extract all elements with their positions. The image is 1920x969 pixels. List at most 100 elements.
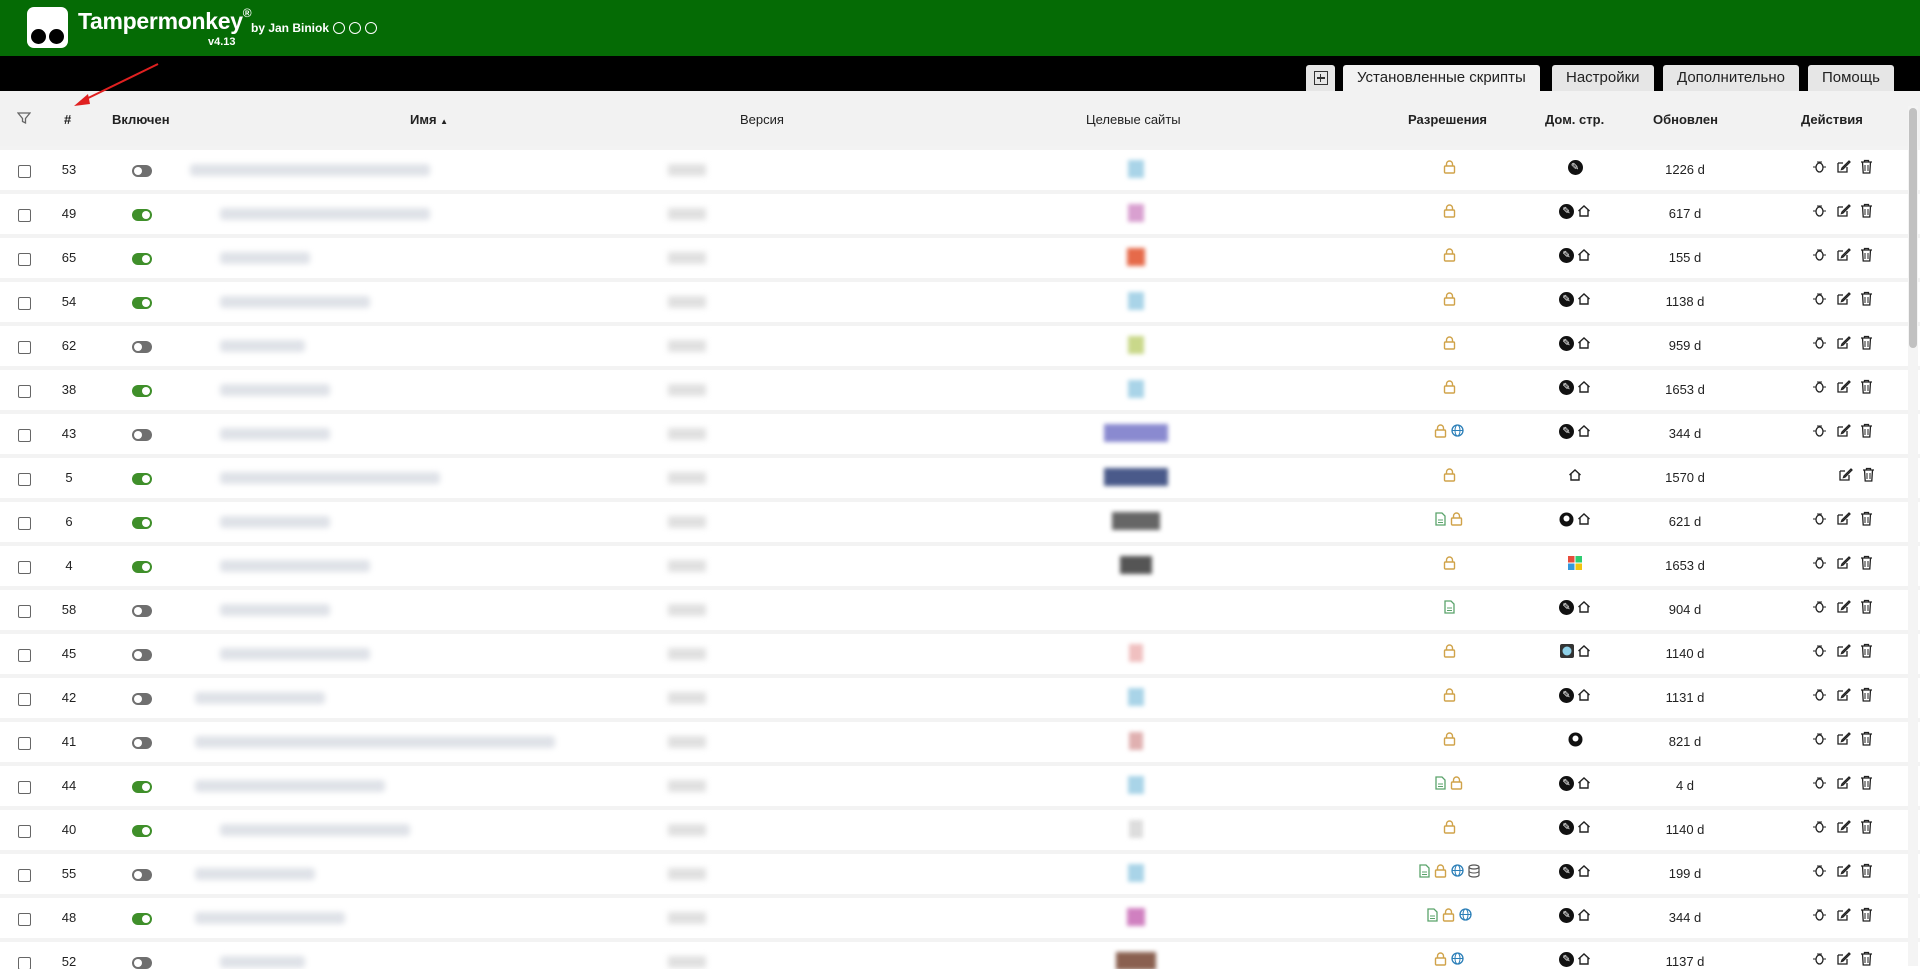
circle-site-icon[interactable] <box>1559 644 1574 661</box>
vertical-scrollbar[interactable] <box>1908 106 1918 966</box>
wrench-icon[interactable]: ✎ <box>1559 204 1574 219</box>
enable-toggle[interactable] <box>132 253 152 265</box>
last-updated[interactable]: 4 d <box>1640 778 1730 793</box>
edit-icon[interactable] <box>1836 159 1851 178</box>
column-sites[interactable]: Целевые сайты <box>1086 112 1181 127</box>
edit-icon[interactable] <box>1836 731 1851 750</box>
wrench-icon[interactable]: ✎ <box>1559 952 1574 967</box>
document-icon[interactable] <box>1435 512 1446 529</box>
delete-icon[interactable] <box>1860 819 1873 838</box>
script-name-redacted[interactable] <box>220 472 440 484</box>
edit-icon[interactable] <box>1838 467 1853 486</box>
delete-icon[interactable] <box>1860 643 1873 662</box>
column-name[interactable]: Имя ▲ <box>410 112 448 127</box>
debug-icon[interactable] <box>1812 731 1827 750</box>
delete-icon[interactable] <box>1860 687 1873 706</box>
home-icon[interactable] <box>1577 336 1591 353</box>
edit-icon[interactable] <box>1836 423 1851 442</box>
edit-icon[interactable] <box>1836 819 1851 838</box>
debug-icon[interactable] <box>1812 819 1827 838</box>
wrench-icon[interactable]: ✎ <box>1559 908 1574 923</box>
enable-toggle[interactable] <box>132 693 152 705</box>
script-name-redacted[interactable] <box>220 956 305 968</box>
delete-icon[interactable] <box>1860 511 1873 530</box>
last-updated[interactable]: 1570 d <box>1640 470 1730 485</box>
row-checkbox[interactable] <box>18 165 31 178</box>
column-num[interactable]: # <box>64 112 71 127</box>
edit-icon[interactable] <box>1836 951 1851 969</box>
last-updated[interactable]: 344 d <box>1640 910 1730 925</box>
debug-icon[interactable] <box>1812 907 1827 926</box>
home-icon[interactable] <box>1577 952 1591 969</box>
lock-icon[interactable] <box>1434 424 1447 441</box>
database-icon[interactable] <box>1467 864 1480 881</box>
delete-icon[interactable] <box>1860 379 1873 398</box>
lock-icon[interactable] <box>1443 732 1456 749</box>
debug-icon[interactable] <box>1812 511 1827 530</box>
debug-icon[interactable] <box>1812 379 1827 398</box>
lock-icon[interactable] <box>1443 556 1456 573</box>
last-updated[interactable]: 821 d <box>1640 734 1730 749</box>
lock-icon[interactable] <box>1443 336 1456 353</box>
debug-icon[interactable] <box>1812 643 1827 662</box>
document-icon[interactable] <box>1435 776 1446 793</box>
script-name-redacted[interactable] <box>220 516 330 528</box>
edit-icon[interactable] <box>1836 687 1851 706</box>
debug-icon[interactable] <box>1812 863 1827 882</box>
enable-toggle[interactable] <box>132 561 152 573</box>
tab-settings[interactable]: Настройки <box>1552 65 1654 91</box>
lock-icon[interactable] <box>1443 248 1456 265</box>
home-icon[interactable] <box>1577 512 1591 530</box>
lock-icon[interactable] <box>1443 820 1456 837</box>
home-icon[interactable] <box>1577 908 1591 925</box>
home-icon[interactable] <box>1577 644 1591 661</box>
delete-icon[interactable] <box>1860 951 1873 969</box>
row-checkbox[interactable] <box>18 605 31 618</box>
script-name-redacted[interactable] <box>195 868 315 880</box>
home-icon[interactable] <box>1577 292 1591 309</box>
lock-icon[interactable] <box>1443 292 1456 309</box>
delete-icon[interactable] <box>1860 555 1873 574</box>
script-name-redacted[interactable] <box>220 208 430 220</box>
last-updated[interactable]: 344 d <box>1640 426 1730 441</box>
scrollbar-thumb[interactable] <box>1909 108 1917 348</box>
script-name-redacted[interactable] <box>220 252 310 264</box>
enable-toggle[interactable] <box>132 825 152 837</box>
home-icon[interactable] <box>1568 468 1582 485</box>
delete-icon[interactable] <box>1860 599 1873 618</box>
home-icon[interactable] <box>1577 688 1591 705</box>
script-name-redacted[interactable] <box>195 780 385 792</box>
last-updated[interactable]: 1653 d <box>1640 382 1730 397</box>
debug-icon[interactable] <box>1812 159 1827 178</box>
row-checkbox[interactable] <box>18 957 31 969</box>
globe-icon[interactable] <box>1451 952 1464 969</box>
row-checkbox[interactable] <box>18 781 31 794</box>
github-icon[interactable] <box>333 22 346 34</box>
edit-icon[interactable] <box>1836 203 1851 222</box>
lock-icon[interactable] <box>1450 776 1463 793</box>
debug-icon[interactable] <box>1812 555 1827 574</box>
script-name-redacted[interactable] <box>220 428 330 440</box>
row-checkbox[interactable] <box>18 737 31 750</box>
document-icon[interactable] <box>1426 908 1438 925</box>
home-icon[interactable] <box>1577 864 1591 881</box>
debug-icon[interactable] <box>1812 599 1827 618</box>
row-checkbox[interactable] <box>18 253 31 266</box>
wrench-icon[interactable]: ✎ <box>1559 864 1574 879</box>
column-updated[interactable]: Обновлен <box>1653 112 1718 127</box>
script-name-redacted[interactable] <box>220 604 330 616</box>
edit-icon[interactable] <box>1836 335 1851 354</box>
row-checkbox[interactable] <box>18 649 31 662</box>
last-updated[interactable]: 1140 d <box>1640 822 1730 837</box>
tab-new-script[interactable] <box>1306 65 1335 91</box>
row-checkbox[interactable] <box>18 429 31 442</box>
home-icon[interactable] <box>1577 204 1591 221</box>
row-checkbox[interactable] <box>18 693 31 706</box>
script-name-redacted[interactable] <box>220 560 370 572</box>
delete-icon[interactable] <box>1860 203 1873 222</box>
home-icon[interactable] <box>1577 424 1591 441</box>
enable-toggle[interactable] <box>132 957 152 969</box>
home-icon[interactable] <box>1577 380 1591 397</box>
script-name-redacted[interactable] <box>190 164 430 176</box>
script-name-redacted[interactable] <box>220 340 305 352</box>
